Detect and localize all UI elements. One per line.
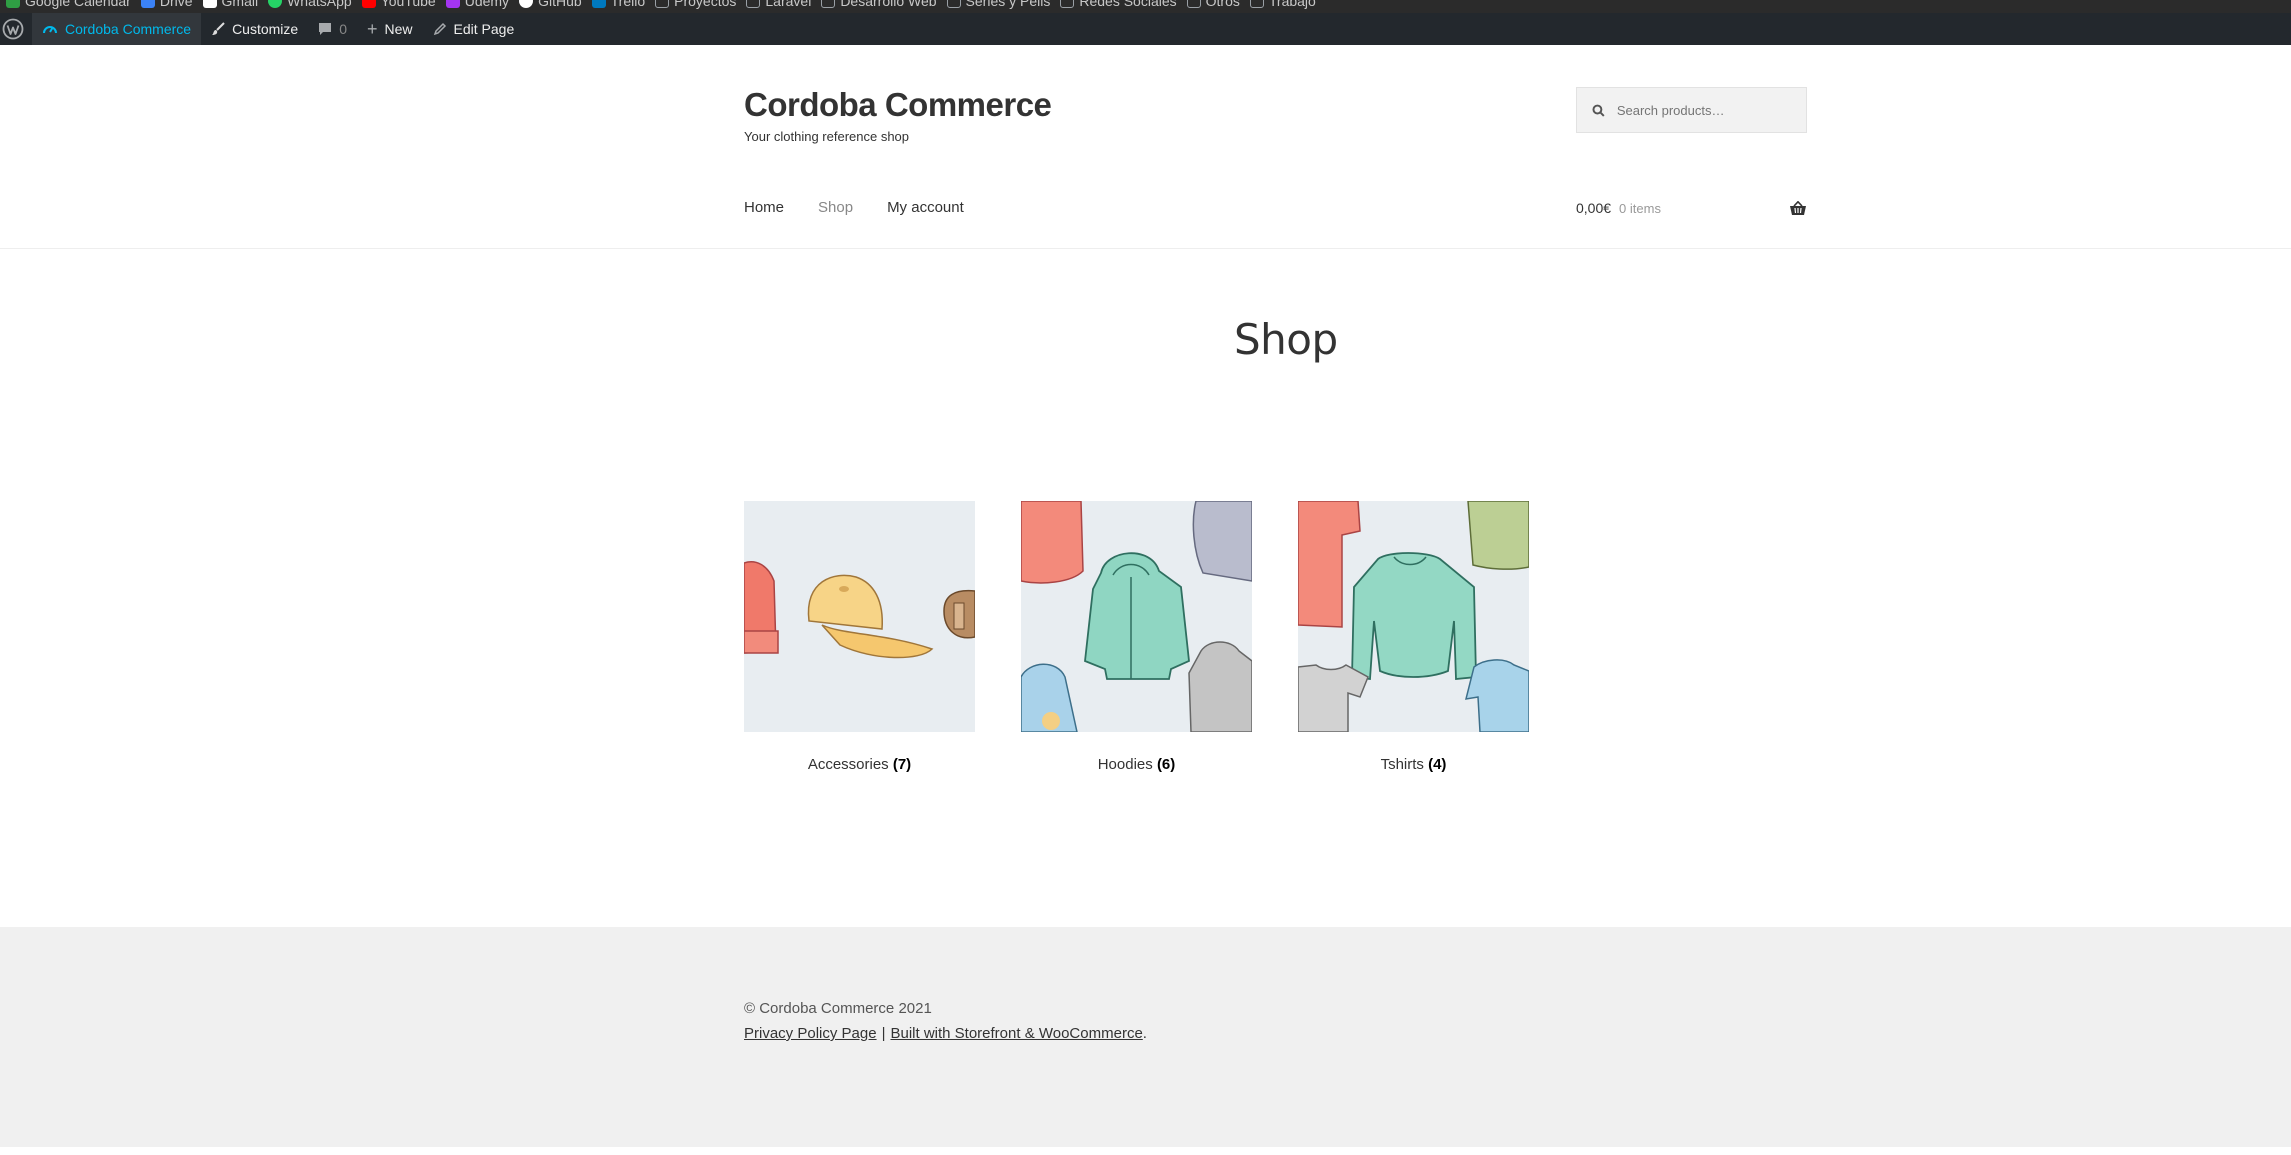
bookmark-youtube[interactable]: YouTube bbox=[361, 0, 436, 9]
nav-item-shop[interactable]: Shop bbox=[818, 199, 853, 216]
folder-icon bbox=[946, 0, 961, 8]
category-name: Tshirts bbox=[1380, 756, 1424, 773]
wordpress-menu[interactable] bbox=[0, 13, 32, 45]
search-icon bbox=[1592, 104, 1605, 117]
calendar-icon bbox=[6, 0, 20, 8]
category-caption[interactable]: Accessories (7) bbox=[744, 756, 975, 773]
github-icon bbox=[519, 0, 534, 8]
comment-icon bbox=[319, 23, 332, 35]
product-search bbox=[1576, 87, 1807, 133]
cart-items-count: 0 items bbox=[1619, 200, 1661, 216]
bookmark-gmail[interactable]: Gmail bbox=[202, 0, 258, 9]
new-label: New bbox=[384, 21, 413, 37]
drive-icon bbox=[140, 0, 155, 8]
customize-label: Customize bbox=[232, 21, 299, 37]
bookmark-whatsapp[interactable]: WhatsApp bbox=[268, 0, 352, 9]
header-divider bbox=[0, 248, 2291, 249]
bookmark-folder-redes-sociales[interactable]: Redes Sociales bbox=[1060, 0, 1177, 9]
site-tagline: Your clothing reference shop bbox=[744, 129, 910, 144]
bookmark-folder-series-y-pelis[interactable]: Series y Pelis bbox=[946, 0, 1050, 9]
category-name: Hoodies bbox=[1097, 756, 1153, 773]
site-title[interactable]: Cordoba Commerce bbox=[744, 86, 1052, 124]
primary-navigation: Home Shop My account bbox=[744, 199, 964, 216]
whatsapp-icon bbox=[268, 0, 283, 8]
site-name-label: Cordoba Commerce bbox=[65, 21, 192, 37]
comments-count: 0 bbox=[339, 21, 347, 37]
udemy-icon bbox=[445, 0, 460, 8]
new-content-link[interactable]: + New bbox=[357, 13, 423, 45]
bookmark-github[interactable]: GitHub bbox=[519, 0, 582, 9]
nav-item-home[interactable]: Home bbox=[744, 199, 784, 216]
hoodies-image bbox=[1021, 501, 1252, 732]
nav-item-my-account[interactable]: My account bbox=[887, 199, 964, 216]
bookmark-trello[interactable]: Trello bbox=[591, 0, 645, 9]
wp-admin-bar: Cordoba Commerce Customize 0 + New Edit … bbox=[0, 13, 2291, 45]
footer-copyright: © Cordoba Commerce 2021 bbox=[744, 1000, 932, 1017]
folder-icon bbox=[1186, 0, 1201, 8]
category-accessories[interactable]: Accessories (7) bbox=[744, 501, 975, 773]
footer-separator: | bbox=[881, 1025, 886, 1042]
folder-icon bbox=[746, 0, 761, 8]
folder-icon bbox=[655, 0, 670, 8]
folder-icon bbox=[1249, 0, 1264, 8]
site-name-link[interactable]: Cordoba Commerce bbox=[32, 13, 202, 45]
category-name: Accessories bbox=[807, 756, 889, 773]
accessories-image bbox=[744, 501, 975, 732]
category-caption[interactable]: Hoodies (6) bbox=[1021, 756, 1252, 773]
edit-page-label: Edit Page bbox=[453, 21, 515, 37]
category-hoodies[interactable]: Hoodies (6) bbox=[1021, 501, 1252, 773]
search-input[interactable] bbox=[1614, 101, 1806, 119]
bookmark-folder-laravel[interactable]: Laravel bbox=[746, 0, 811, 9]
privacy-policy-link[interactable]: Privacy Policy Page bbox=[744, 1025, 877, 1042]
bookmark-folder-desarrollo-web[interactable]: Desarrollo Web bbox=[821, 0, 937, 9]
folder-icon bbox=[1060, 0, 1075, 8]
cart-amount: 0,00€ bbox=[1576, 200, 1612, 216]
dashboard-icon bbox=[43, 26, 57, 34]
youtube-icon bbox=[361, 0, 376, 8]
folder-icon bbox=[821, 0, 836, 8]
bookmark-google-calendar[interactable]: Google Calendar bbox=[6, 0, 131, 9]
bookmark-folder-trabajo[interactable]: Trabajo bbox=[1249, 0, 1316, 9]
customize-link[interactable]: Customize bbox=[201, 13, 308, 45]
bookmark-folder-proyectos[interactable]: Proyectos bbox=[655, 0, 736, 9]
footer-period: . bbox=[1142, 1025, 1147, 1042]
plus-icon: + bbox=[367, 19, 378, 39]
bookmark-folder-otros[interactable]: Otros bbox=[1186, 0, 1240, 9]
pencil-icon bbox=[433, 22, 446, 36]
page-title: Shop bbox=[1234, 315, 1338, 364]
category-tshirts[interactable]: Tshirts (4) bbox=[1298, 501, 1529, 773]
bookmarks-bar: Google Calendar Drive Gmail WhatsApp You… bbox=[0, 0, 2291, 13]
bookmark-udemy[interactable]: Udemy bbox=[445, 0, 509, 9]
comments-link[interactable]: 0 bbox=[308, 13, 357, 45]
bookmark-drive[interactable]: Drive bbox=[140, 0, 193, 9]
footer-links: Privacy Policy Page | Built with Storefron… bbox=[744, 1025, 1147, 1042]
category-count: (6) bbox=[1156, 756, 1176, 773]
gmail-icon bbox=[202, 0, 217, 8]
header-cart[interactable]: 0,00€ 0 items bbox=[1576, 200, 1807, 216]
wordpress-logo-icon bbox=[2, 18, 24, 40]
category-count: (7) bbox=[892, 756, 912, 773]
trello-icon bbox=[591, 0, 606, 8]
category-caption[interactable]: Tshirts (4) bbox=[1298, 756, 1529, 773]
built-with-link[interactable]: Built with Storefront & WooCommerce bbox=[890, 1025, 1142, 1042]
edit-page-link[interactable]: Edit Page bbox=[423, 13, 525, 45]
basket-icon bbox=[1790, 200, 1806, 215]
category-count: (4) bbox=[1428, 756, 1447, 773]
tshirts-image bbox=[1298, 501, 1529, 732]
paintbrush-icon bbox=[212, 22, 225, 35]
bottom-edge bbox=[0, 1147, 2291, 1155]
